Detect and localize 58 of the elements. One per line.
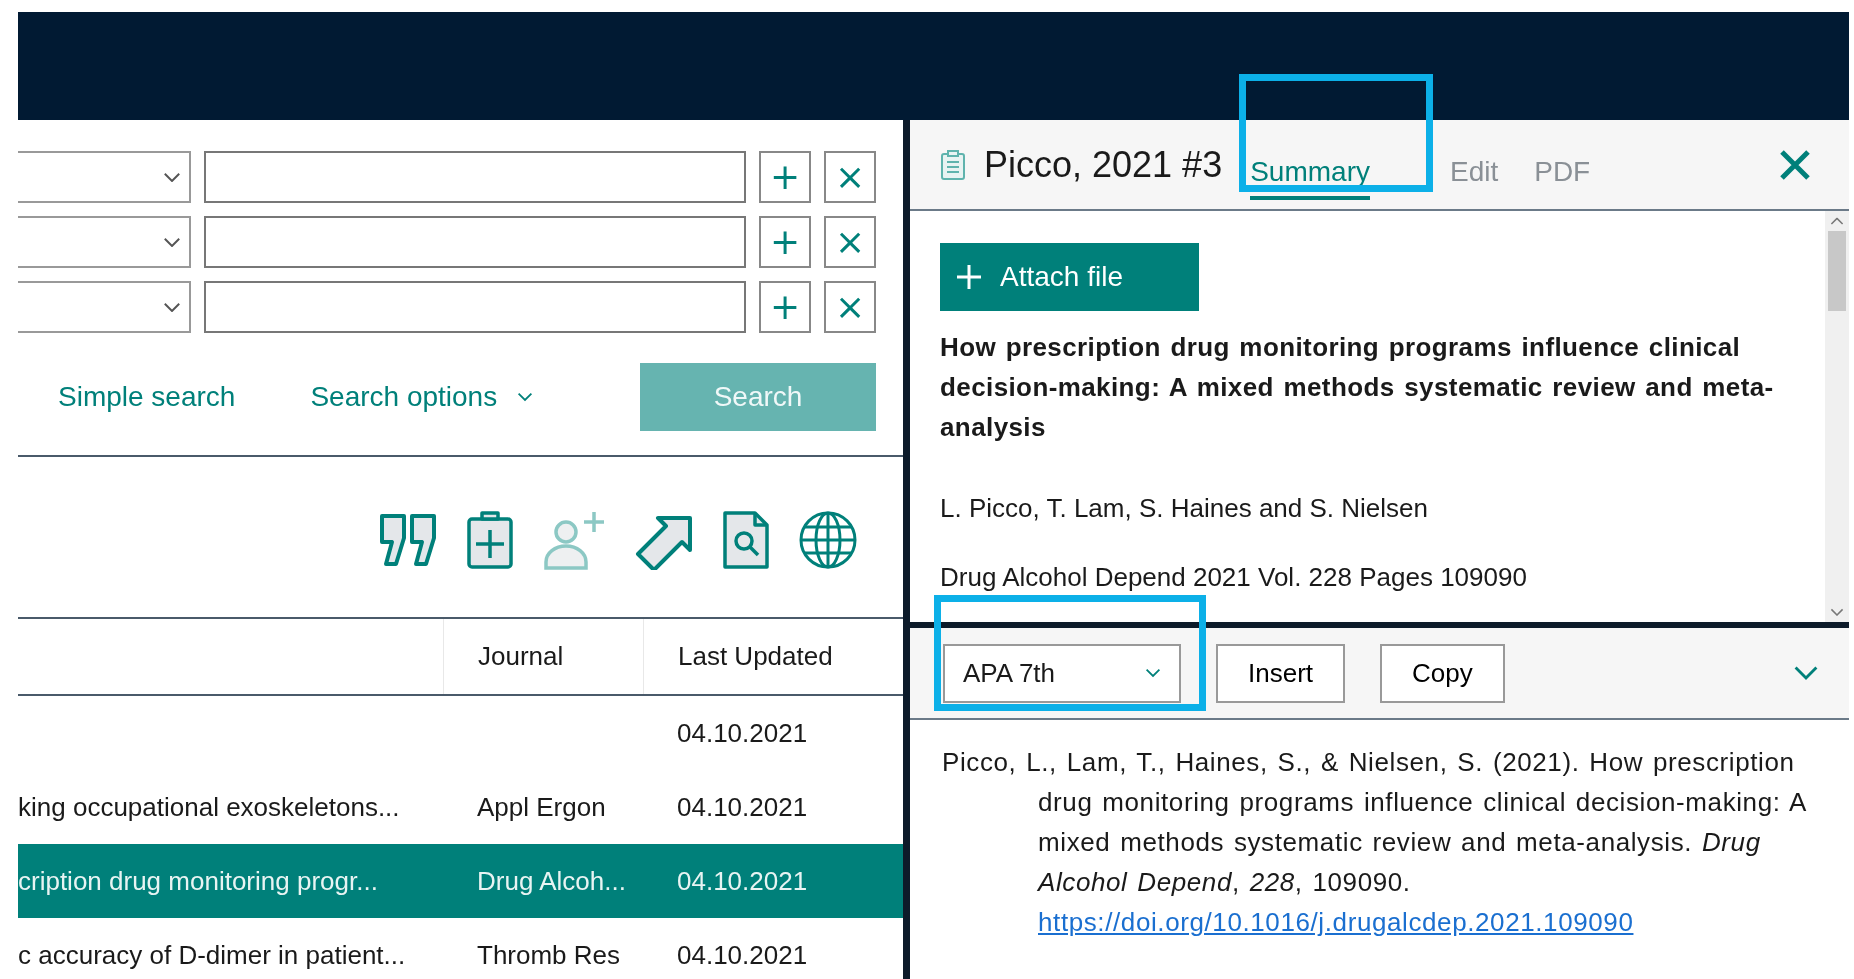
tab[interactable]: Edit [1449,143,1499,200]
table-row[interactable]: c accuracy of D-dimer in patient... Thromb Res 04.10.2021 [18,918,903,979]
table-cell-text: 04.10.2021 [676,717,809,749]
expand-icon[interactable] [1793,665,1819,681]
document-search-icon[interactable] [722,510,770,570]
table-cell-text: Drug Alcoh... [476,865,627,897]
scroll-down-icon[interactable] [1830,607,1844,616]
chevron-icon [1145,668,1161,678]
citation-style-dropdown[interactable]: APA 7th [943,643,1181,703]
column-header[interactable]: Journal [478,641,564,672]
table-cell-text: king occupational exoskeletons... [18,791,401,823]
add-row-button[interactable]: + [759,151,811,203]
table-cell-text: 04.10.2021 [676,865,809,897]
table-row[interactable]: cription drug monitoring progr... Drug Alcoh... 04.10.2021 [18,844,903,918]
plus-icon [956,264,982,290]
remove-row-button[interactable]: × [824,151,876,203]
search-input-field[interactable] [204,281,746,333]
table-cell-text: 04.10.2021 [676,939,809,971]
search-options-button[interactable]: Search options [310,381,534,413]
remove-row-button[interactable]: × [824,281,876,333]
table-cell-text: c accuracy of D-dimer in patient... [18,939,407,971]
source-text: Drug Alcohol Depend 2021 Vol. 228 Pages 109090 [940,562,1528,593]
chevron-icon [163,171,181,183]
citation-button[interactable]: Insert [1216,643,1346,703]
tab[interactable]: Summary [1250,143,1370,200]
clipboard-icon [940,148,966,181]
field-dropdown[interactable] [18,151,191,203]
attach-file-button[interactable]: Attach file [940,243,1199,311]
table-row[interactable]: 04.10.2021 [18,696,903,770]
table-cell-text: 04.10.2021 [676,791,809,823]
reference-title: Picco, 2021 #3 [984,143,1223,186]
tab[interactable]: PDF [1534,143,1591,200]
table-row[interactable]: king occupational exoskeletons... Appl Ergon 04.10.2021 [18,770,903,844]
table-cell-text: Thromb Res [476,939,622,971]
chevron-icon [163,301,181,313]
table-cell-text: cription drug monitoring progr... [18,865,379,897]
authors-text: L. Picco, T. Lam, S. Haines and S. Nielsen [940,493,1429,524]
column-header[interactable]: Last Updated [678,641,833,672]
search-input-field[interactable] [204,151,746,203]
globe-icon[interactable] [798,510,858,570]
field-dropdown[interactable] [18,216,191,268]
doi-link[interactable]: https://doi.org/10.1016/j.drugalcdep.2021.109090 [1038,907,1634,937]
field-dropdown[interactable] [18,281,191,333]
remove-row-button[interactable]: × [824,216,876,268]
simple-search-link[interactable]: Simple search [58,381,236,413]
add-row-button[interactable]: + [759,216,811,268]
chevron-icon [517,392,534,402]
table-cell-text: Appl Ergon [476,791,607,823]
article-title: How prescription drug monitoring programs influence clinical decision-making: A mixed methods systematic review and meta-analysis [940,331,1775,444]
chevron-icon [163,236,181,248]
close-icon[interactable] [1779,148,1811,181]
search-input-field[interactable] [204,216,746,268]
clipboard-plus-icon[interactable] [466,510,514,570]
scrollbar-thumb[interactable] [1828,231,1846,312]
citation-text: Picco, L., Lam, T., Haines, S., & Nielsen, S. (2021). How prescription drug monitoring programs influence clinical decision-making: A mixed methods systematic review and meta-analysis. Drug Alcohol Depend, 228, 109090. https://doi.org/10.1016/j.drugalcdep.2021.109090 [942,746,1807,939]
citation-button[interactable]: Copy [1380,643,1505,703]
scroll-up-icon[interactable] [1830,217,1844,226]
add-row-button[interactable]: + [759,281,811,333]
